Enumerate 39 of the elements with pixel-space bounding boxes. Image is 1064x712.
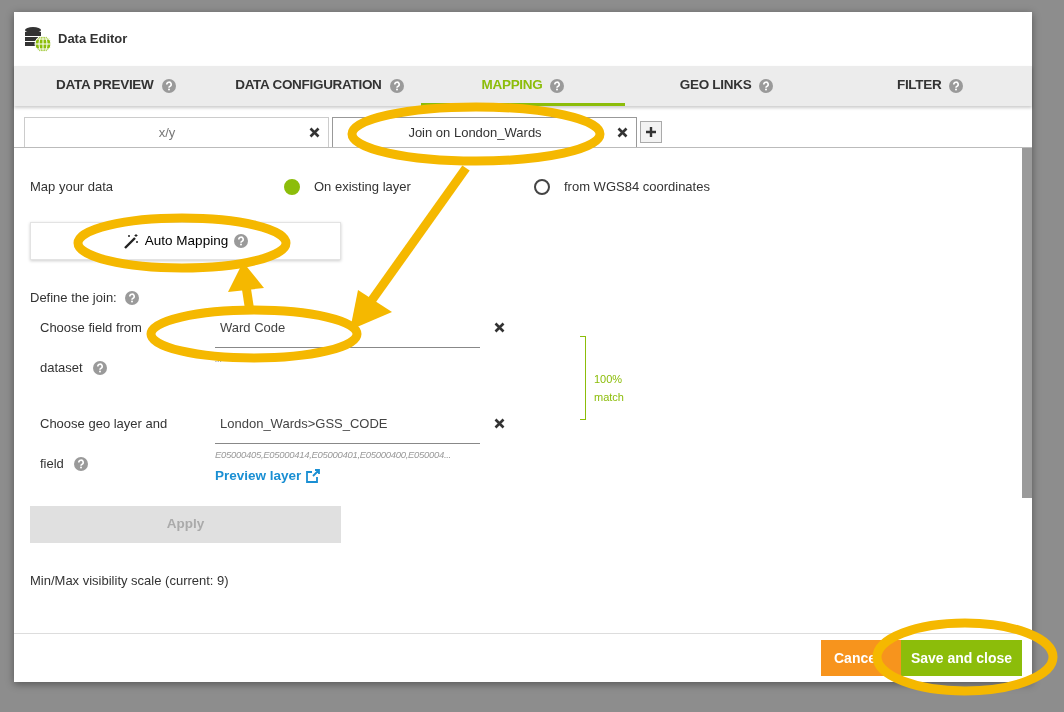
magic-wand-icon: [122, 233, 139, 249]
field-label: Choose geo layer and: [40, 414, 168, 433]
database-globe-icon: [24, 25, 52, 53]
input-field[interactable]: London_Wards>GSS_CODE: [215, 403, 480, 444]
close-icon: [617, 127, 628, 138]
help-icon: [550, 78, 565, 93]
plus-icon: [645, 126, 657, 138]
help-icon: [949, 78, 964, 93]
tab[interactable]: GEO LINKS: [624, 66, 829, 106]
preview-link[interactable]: Preview layer: [215, 465, 321, 486]
external-link-icon: [306, 468, 321, 483]
field-label: Choose field from: [40, 318, 142, 337]
sample-values: ...: [215, 351, 223, 366]
help-icon: [73, 456, 88, 471]
help-icon: [389, 78, 404, 93]
tab[interactable]: DATA CONFIGURATION: [217, 66, 422, 106]
help-icon: [234, 234, 249, 248]
field-label: field: [40, 454, 64, 473]
radio-option[interactable]: from WGS84 coordinates: [534, 177, 710, 197]
scale-label: Min/Max visibility scale (current: 9): [30, 571, 230, 590]
sample-values: E05000405,E05000414,E05000401,E05000400,E050004...: [215, 447, 451, 462]
field-label: Map your data: [30, 178, 115, 197]
tab[interactable]: DATA PREVIEW: [14, 66, 218, 106]
help-icon: [161, 78, 176, 93]
help-icon: [759, 78, 774, 93]
help-icon: [124, 290, 139, 305]
section-label: Define the join:: [30, 289, 117, 307]
match-label: 100% match: [594, 372, 625, 405]
layer-tab[interactable]: x/y: [24, 117, 329, 147]
close-icon: [494, 322, 505, 333]
tab[interactable]: FILTER: [828, 66, 1032, 106]
add-button[interactable]: [640, 121, 662, 143]
scrollbar[interactable]: [1022, 148, 1032, 498]
window-title: Data Editor: [58, 30, 128, 49]
radio-option[interactable]: On existing layer: [284, 177, 534, 197]
field-label: dataset: [40, 358, 83, 377]
close-icon: [494, 418, 505, 429]
help-icon: [92, 360, 107, 375]
close-icon: [309, 127, 320, 138]
